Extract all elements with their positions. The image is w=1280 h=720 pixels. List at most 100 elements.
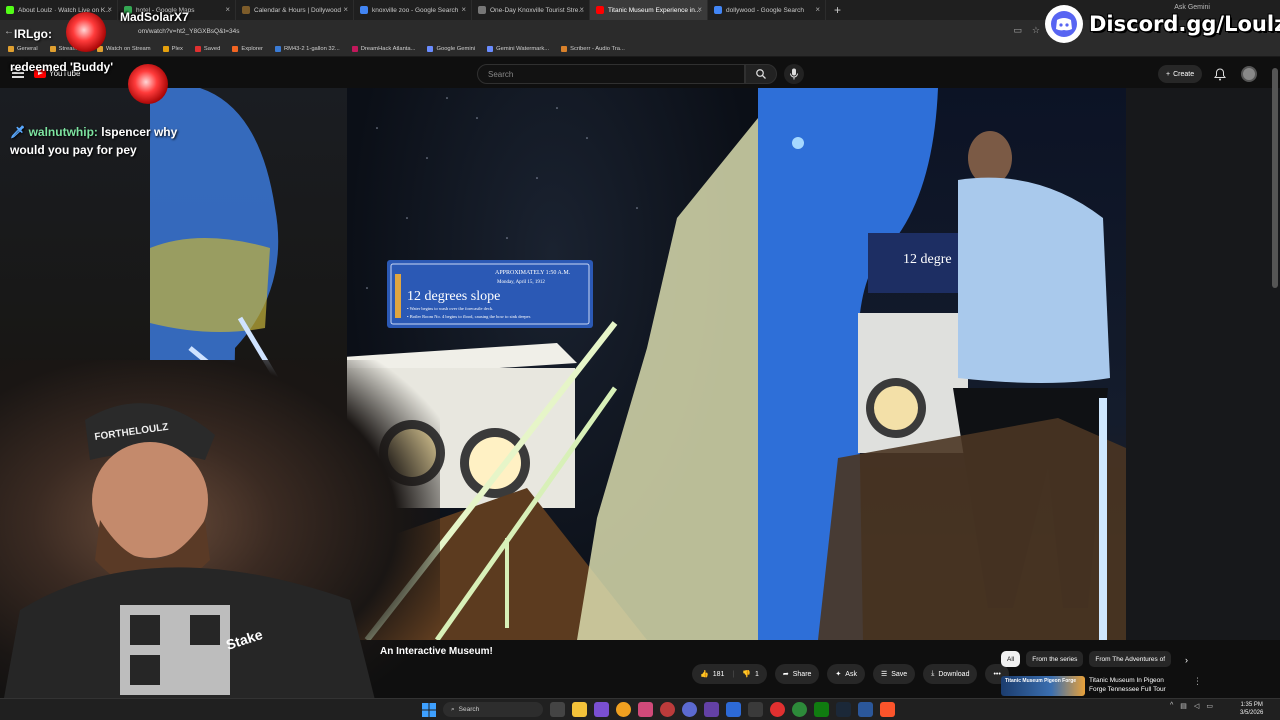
save-label: Save (891, 670, 908, 678)
bookmark-item[interactable]: RM43-2 1-gallon 32... (274, 46, 340, 52)
bookmark-item[interactable]: Saved (194, 46, 220, 52)
filter-chip[interactable]: All (1001, 651, 1021, 667)
bookmark-item[interactable]: Gemini Watermark... (487, 46, 549, 52)
app-icon-dark[interactable] (748, 702, 763, 717)
like-button[interactable]: 👍 181 (700, 670, 725, 679)
save-icon: ☰ (880, 671, 888, 678)
bookmark-item[interactable]: Explorer (232, 46, 263, 52)
cast-icon[interactable]: ▭ (1013, 25, 1022, 36)
ask-button[interactable]: ✦ Ask (827, 664, 865, 684)
tab-label: About Loulz · Watch Live on K... (18, 6, 111, 14)
tab-close-icon[interactable]: × (225, 5, 230, 14)
browser-tab[interactable]: One-Day Knoxville Tourist Stre... × (472, 0, 590, 20)
plus-icon: + (1166, 70, 1171, 78)
bookmark-label: Plex (171, 46, 183, 52)
irl-label: IRLgo: (14, 27, 52, 41)
bookmark-folder-icon (487, 46, 494, 52)
dislike-button[interactable]: 👎 1 (742, 670, 759, 679)
bookmark-item[interactable]: Plex (162, 46, 183, 52)
network-icon[interactable]: ▤ (1180, 702, 1187, 710)
file-explorer-icon[interactable] (572, 702, 587, 717)
browser-tab[interactable]: dollywood - Google Search × (708, 0, 826, 20)
taskbar-icons: ⌕ Search (422, 702, 895, 717)
like-divider: | (732, 670, 735, 678)
browser-tab[interactable]: Calendar & Hours | Dollywood × (236, 0, 354, 20)
xbox-icon[interactable] (814, 702, 829, 717)
page-scrollbar[interactable] (1272, 68, 1278, 288)
bookmark-item[interactable]: Google Gemini (427, 46, 475, 52)
recommended-title: Titanic Museum In Pigeon Forge Tennessee… (1089, 677, 1166, 693)
bookmark-item[interactable]: Watch on Stream (97, 46, 151, 52)
bell-icon (1214, 68, 1226, 81)
save-button[interactable]: ☰ Save (872, 664, 916, 684)
recommended-video[interactable]: Titanic Museum Pigeon Forge Titanic Muse… (1001, 676, 1179, 696)
download-button[interactable]: ⤓ Download (923, 664, 978, 684)
bookmark-item[interactable]: General (8, 46, 38, 52)
app-icon-blue-2[interactable] (726, 702, 741, 717)
tab-close-icon[interactable]: × (461, 5, 466, 14)
bookmarks-bar: General Streaming Watch on Stream Plex Saved… (0, 42, 1280, 57)
recommended-more-icon[interactable]: ⋮ (1193, 676, 1202, 687)
browser-tab[interactable]: Titanic Museum Experience in... × (590, 0, 708, 20)
chat-username: walnutwhip: (28, 125, 98, 139)
app-icon-red[interactable] (660, 702, 675, 717)
tab-label: dollywood - Google Search (726, 6, 805, 14)
browser-tab[interactable]: About Loulz · Watch Live on K... × (0, 0, 118, 20)
account-avatar[interactable] (1241, 66, 1257, 82)
notifications-button[interactable] (1214, 68, 1226, 84)
volume-icon[interactable]: ◁ (1194, 702, 1199, 710)
bookmark-label: Explorer (241, 46, 263, 52)
tab-label: One-Day Knoxville Tourist Stre... (490, 6, 584, 14)
taskbar-clock[interactable]: 1:35 PM 3/5/2026 (1240, 701, 1263, 717)
url-field[interactable]: om/watch?v=ht2_Y8GXBsQ&t=34s (138, 28, 240, 35)
tab-favicon-icon (242, 6, 250, 14)
steam-icon[interactable] (836, 702, 851, 717)
alert-siren-icon-2 (128, 64, 168, 104)
sword-icon: 🗡 (10, 125, 26, 139)
tab-close-icon[interactable]: × (343, 5, 348, 14)
video-right-panel: 12 degre (758, 88, 1126, 640)
brave-icon[interactable] (880, 702, 895, 717)
chrome-icon[interactable] (616, 702, 631, 717)
search-box (477, 64, 745, 84)
app-icon-purple[interactable] (594, 702, 609, 717)
tab-close-icon[interactable]: × (579, 5, 584, 14)
search-button[interactable] (745, 64, 777, 84)
document-icon[interactable] (858, 702, 873, 717)
tab-close-icon[interactable]: × (107, 5, 112, 14)
clock-date: 3/5/2026 (1240, 710, 1264, 716)
tab-label: Calendar & Hours | Dollywood (254, 6, 341, 14)
museum-visitor-graphic: 12 degre (758, 88, 1126, 640)
browser-tab[interactable]: knoxville zoo - Google Search × (354, 0, 472, 20)
sign-time: APPROXIMATELY 1:50 A.M. (495, 270, 571, 276)
voice-search-button[interactable] (784, 64, 804, 84)
task-view-icon[interactable] (550, 702, 565, 717)
create-button[interactable]: + Create (1158, 65, 1203, 83)
share-button[interactable]: ➦ Share (774, 664, 820, 684)
taskbar-search[interactable]: ⌕ Search (443, 702, 543, 717)
tray-chevron-icon[interactable]: ^ (1170, 702, 1173, 710)
opera-icon[interactable] (770, 702, 785, 717)
bookmark-item[interactable]: DreamHack Atlanta... (351, 46, 415, 52)
filter-chip[interactable]: From The Adventures of (1089, 651, 1171, 667)
tab-label: knoxville zoo - Google Search (372, 6, 459, 14)
bookmark-star-icon[interactable]: ☆ (1032, 25, 1040, 36)
like-count: 181 (712, 670, 725, 678)
download-icon: ⤓ (931, 670, 935, 677)
windows-start-icon[interactable] (422, 702, 436, 717)
tab-close-icon[interactable]: × (697, 5, 702, 14)
chevron-right-icon[interactable]: › (1185, 655, 1188, 665)
bookmark-label: Google Gemini (436, 46, 476, 52)
app-icon-blue[interactable] (682, 702, 697, 717)
bookmark-label: Watch on Stream (106, 46, 151, 52)
active-browser-icon[interactable] (638, 702, 653, 717)
search-input[interactable] (488, 65, 744, 83)
obs-icon[interactable] (704, 702, 719, 717)
filter-chip[interactable]: From the series (1026, 651, 1084, 667)
app-icon-green[interactable] (792, 702, 807, 717)
new-tab-button[interactable]: + (834, 3, 841, 17)
battery-icon[interactable]: ▭ (1206, 702, 1213, 710)
tab-close-icon[interactable]: × (815, 5, 820, 14)
bookmark-label: Scriberr - Audio Tra... (570, 46, 625, 52)
bookmark-item[interactable]: Scriberr - Audio Tra... (561, 46, 625, 52)
